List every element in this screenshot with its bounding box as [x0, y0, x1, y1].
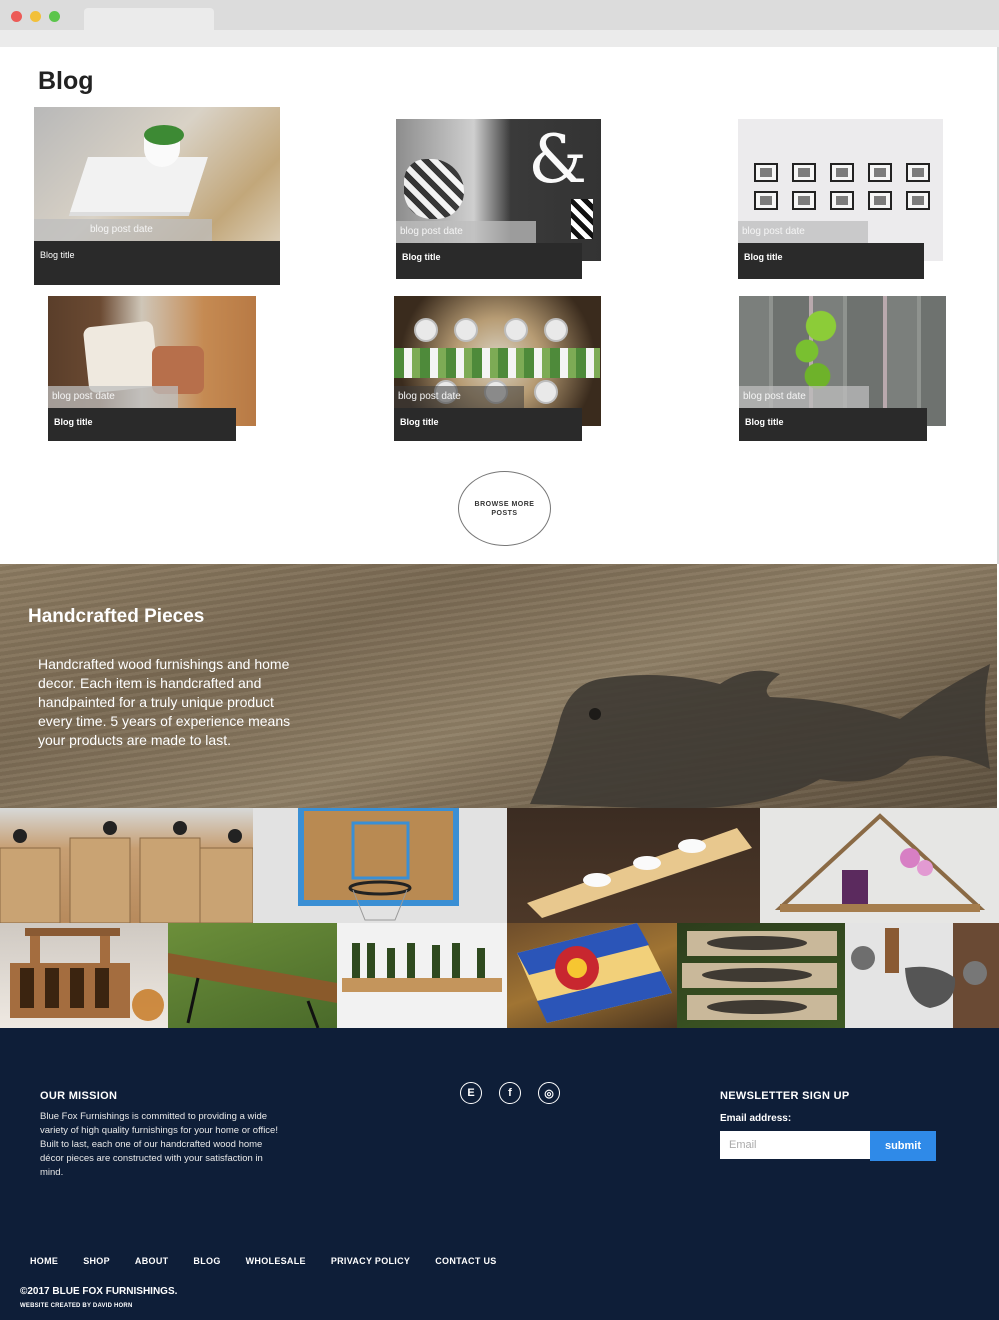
address-strip: [0, 30, 999, 47]
mission-heading: OUR MISSION: [40, 1090, 118, 1102]
browser-tab[interactable]: [84, 8, 214, 30]
blog-heading: Blog: [38, 67, 94, 95]
footer-nav-privacy-policy[interactable]: PRIVACY POLICY: [331, 1256, 410, 1266]
browser-chrome: [0, 0, 999, 47]
blog-card[interactable]: blog post date Blog title: [738, 119, 943, 279]
newsletter-heading: NEWSLETTER SIGN UP: [720, 1090, 850, 1102]
handcrafted-title: Handcrafted Pieces: [28, 606, 205, 627]
footer-nav-contact-us[interactable]: CONTACT US: [435, 1256, 496, 1266]
product-image-fish-plaques[interactable]: [677, 923, 845, 1028]
handcrafted-hero: Handcrafted Pieces Handcrafted wood furn…: [0, 564, 997, 808]
product-image-wood-bench[interactable]: [168, 923, 337, 1028]
facebook-icon[interactable]: f: [499, 1082, 521, 1104]
blog-post-date: blog post date: [394, 386, 524, 408]
email-label: Email address:: [720, 1113, 792, 1124]
copyright: ©2017 BLUE FOX FURNISHINGS.: [20, 1286, 178, 1297]
blog-card[interactable]: blog post date Blog title: [739, 296, 946, 442]
blog-post-date: blog post date: [738, 221, 868, 243]
blog-post-date: blog post date: [739, 386, 869, 408]
product-image-wall-sconce[interactable]: [845, 923, 999, 1028]
product-image-candle-holder[interactable]: [507, 808, 760, 923]
blog-post-title[interactable]: Blog title: [738, 243, 924, 279]
handcrafted-description: Handcrafted wood furnishings and home de…: [38, 656, 291, 748]
submit-button[interactable]: submit: [870, 1131, 936, 1161]
product-image-colorado-flag[interactable]: [507, 923, 677, 1028]
blog-card[interactable]: blog post date Blog title: [34, 107, 280, 285]
mission-text: Blue Fox Furnishings is committed to pro…: [40, 1111, 278, 1178]
instagram-icon[interactable]: ◎: [538, 1082, 560, 1104]
footer-nav-wholesale[interactable]: WHOLESALE: [246, 1256, 306, 1266]
blog-post-date: blog post date: [34, 219, 212, 241]
footer-nav: HOME SHOP ABOUT BLOG WHOLESALE PRIVACY P…: [30, 1256, 522, 1266]
product-image-basketball-hoop[interactable]: [253, 808, 507, 923]
minimize-window-button[interactable]: [30, 11, 41, 22]
browse-more-posts-button[interactable]: BROWSE MORE POSTS: [458, 471, 551, 546]
blog-card[interactable]: blog post date Blog title: [394, 296, 601, 442]
blog-post-title[interactable]: Blog title: [48, 408, 236, 441]
blog-post-title[interactable]: Blog title: [739, 408, 927, 441]
fish-illustration: [530, 664, 990, 808]
footer-nav-blog[interactable]: BLOG: [193, 1256, 220, 1266]
etsy-icon[interactable]: E: [460, 1082, 482, 1104]
blog-post-date: blog post date: [396, 221, 536, 243]
close-window-button[interactable]: [11, 11, 22, 22]
product-image-beer-caddy[interactable]: [0, 923, 168, 1028]
maximize-window-button[interactable]: [49, 11, 60, 22]
site-footer: OUR MISSION Blue Fox Furnishings is comm…: [0, 1028, 999, 1320]
email-input[interactable]: [720, 1131, 870, 1159]
blog-card[interactable]: blog post date Blog title: [48, 296, 256, 442]
blog-post-title[interactable]: Blog title: [34, 241, 280, 285]
footer-nav-about[interactable]: ABOUT: [135, 1256, 169, 1266]
blog-post-date: blog post date: [48, 386, 178, 408]
site-credit: WEBSITE CREATED BY DAVID HORN: [20, 1303, 133, 1309]
footer-nav-shop[interactable]: SHOP: [83, 1256, 110, 1266]
product-image-bottle-carriers[interactable]: [0, 808, 253, 923]
blog-post-title[interactable]: Blog title: [396, 243, 582, 279]
blog-card[interactable]: & blog post date Blog title: [396, 119, 601, 279]
product-image-wine-rack[interactable]: [337, 923, 507, 1028]
footer-nav-home[interactable]: HOME: [30, 1256, 58, 1266]
blog-post-title[interactable]: Blog title: [394, 408, 582, 441]
product-image-triangle-shelf[interactable]: [760, 808, 999, 923]
